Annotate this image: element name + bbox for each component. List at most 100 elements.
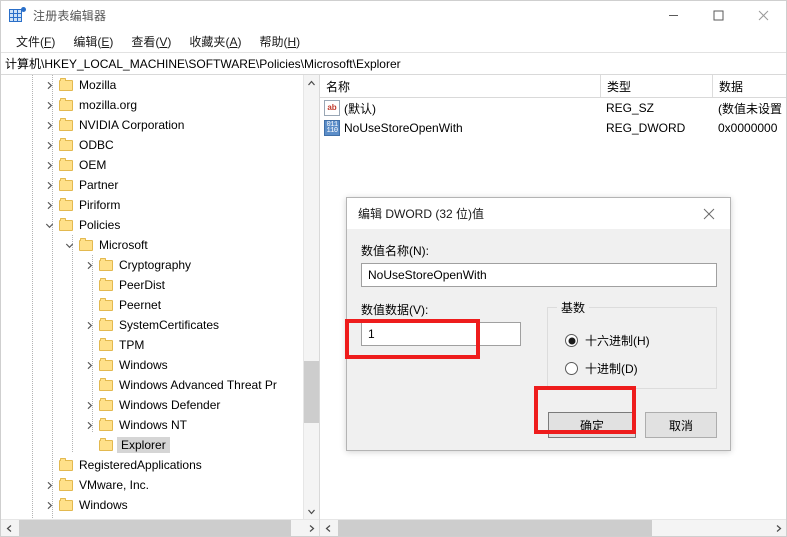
menu-favorites[interactable]: 收藏夹(A) xyxy=(180,31,250,52)
tree-scroll-track[interactable] xyxy=(304,91,319,503)
tree-item-explorer[interactable]: Explorer xyxy=(1,435,304,455)
value-name-input[interactable]: NoUseStoreOpenWith xyxy=(361,263,717,287)
tree-expander-placeholder xyxy=(41,455,57,475)
tree-scroll-thumb[interactable] xyxy=(304,361,319,423)
tree-hscroll-track[interactable] xyxy=(17,520,303,536)
dialog-close-button[interactable] xyxy=(688,198,730,229)
list-hscroll-track[interactable] xyxy=(336,520,770,536)
tree-item-label: Microsoft xyxy=(99,238,148,252)
ok-button[interactable]: 确定 xyxy=(548,412,636,438)
value-data-text: 0x0000000 xyxy=(718,121,778,135)
folder-icon xyxy=(57,95,74,115)
close-button[interactable] xyxy=(741,1,786,30)
radio-decimal[interactable]: 十进制(D) xyxy=(565,360,638,377)
table-row[interactable]: 011 110 NoUseStoreOpenWith REG_DWORD 0x00… xyxy=(320,118,786,138)
chevron-right-icon[interactable] xyxy=(41,175,57,195)
tree-item-windows-advanced-threat-pr[interactable]: Windows Advanced Threat Pr xyxy=(1,375,304,395)
value-type-text: REG_DWORD xyxy=(606,121,686,135)
cancel-button[interactable]: 取消 xyxy=(645,412,717,438)
menu-file[interactable]: 文件(F) xyxy=(7,31,64,52)
tree-vertical-scrollbar[interactable] xyxy=(303,75,319,519)
tree-item-odbc[interactable]: ODBC xyxy=(1,135,304,155)
dialog-title-bar: 编辑 DWORD (32 位)值 xyxy=(347,198,730,229)
maximize-button[interactable] xyxy=(696,1,741,30)
menu-file-accel: F xyxy=(44,34,52,49)
tree-item-tpm[interactable]: TPM xyxy=(1,335,304,355)
folder-icon xyxy=(97,335,114,355)
minimize-button[interactable] xyxy=(651,1,696,30)
folder-icon xyxy=(57,495,74,515)
tree-item-label: VMware, Inc. xyxy=(79,478,150,492)
tree-scroll-area: Mozilla mozilla.org NVIDIA Corporation ODBC… xyxy=(1,75,319,519)
tree-expander-placeholder xyxy=(81,275,97,295)
list-horizontal-scrollbar[interactable] xyxy=(320,519,786,536)
tree-item-vmware-inc[interactable]: VMware, Inc. xyxy=(1,475,304,495)
tree-item-windows-defender[interactable]: Windows Defender xyxy=(1,395,304,415)
tree-item-mozilla-org[interactable]: mozilla.org xyxy=(1,95,304,115)
tree-item-windows[interactable]: Windows xyxy=(1,495,304,515)
tree-item-windows-nt[interactable]: Windows NT xyxy=(1,415,304,435)
tree-item-policies[interactable]: Policies xyxy=(1,215,304,235)
list-scroll-left-button[interactable] xyxy=(320,520,336,536)
menu-edit[interactable]: 编辑(E) xyxy=(64,31,122,52)
folder-icon xyxy=(97,275,114,295)
chevron-right-icon[interactable] xyxy=(81,315,97,335)
column-header-name[interactable]: 名称 xyxy=(320,75,600,97)
tree-item-nvidia-corporation[interactable]: NVIDIA Corporation xyxy=(1,115,304,135)
tree-item-systemcertificates[interactable]: SystemCertificates xyxy=(1,315,304,335)
edit-dword-dialog: 编辑 DWORD (32 位)值 数值名称(N): NoUseStoreOpen… xyxy=(346,197,731,451)
tree-item-windows[interactable]: Windows xyxy=(1,355,304,375)
tree-list: Mozilla mozilla.org NVIDIA Corporation ODBC… xyxy=(1,75,304,515)
cell-data: 0x0000000 xyxy=(712,118,786,138)
address-bar[interactable]: 计算机\HKEY_LOCAL_MACHINE\SOFTWARE\Policies… xyxy=(1,52,786,75)
tree-horizontal-scrollbar[interactable] xyxy=(1,519,319,536)
chevron-right-icon[interactable] xyxy=(41,95,57,115)
chevron-down-icon[interactable] xyxy=(61,235,77,255)
menu-view[interactable]: 查看(V) xyxy=(122,31,180,52)
tree-hscroll-thumb[interactable] xyxy=(19,520,291,536)
tree-item-peerdist[interactable]: PeerDist xyxy=(1,275,304,295)
chevron-right-icon[interactable] xyxy=(41,135,57,155)
chevron-down-icon[interactable] xyxy=(41,215,57,235)
tree-scroll-down-button[interactable] xyxy=(304,503,319,519)
chevron-right-icon[interactable] xyxy=(41,195,57,215)
chevron-right-icon[interactable] xyxy=(41,115,57,135)
tree-item-label: Cryptography xyxy=(119,258,192,272)
list-hscroll-thumb[interactable] xyxy=(338,520,652,536)
menu-help[interactable]: 帮助(H) xyxy=(250,31,309,52)
chevron-right-icon[interactable] xyxy=(41,495,57,515)
chevron-right-icon[interactable] xyxy=(41,155,57,175)
column-header-name-label: 名称 xyxy=(326,79,351,94)
tree-item-partner[interactable]: Partner xyxy=(1,175,304,195)
tree-item-peernet[interactable]: Peernet xyxy=(1,295,304,315)
tree-scroll-up-button[interactable] xyxy=(304,75,319,91)
list-scroll-right-button[interactable] xyxy=(770,520,786,536)
chevron-right-icon[interactable] xyxy=(41,75,57,95)
chevron-right-icon[interactable] xyxy=(81,355,97,375)
chevron-right-icon[interactable] xyxy=(41,475,57,495)
tree-scroll-left-button[interactable] xyxy=(1,520,17,536)
tree-item-piriform[interactable]: Piriform xyxy=(1,195,304,215)
column-header-type[interactable]: 类型 xyxy=(600,75,712,97)
tree-scroll-right-button[interactable] xyxy=(303,520,319,536)
tree-item-mozilla[interactable]: Mozilla xyxy=(1,75,304,95)
tree-item-label: Windows NT xyxy=(119,418,188,432)
value-data-text: (数值未设置 xyxy=(718,101,782,116)
table-row[interactable]: ab (默认) REG_SZ (数值未设置 xyxy=(320,98,786,118)
tree-item-oem[interactable]: OEM xyxy=(1,155,304,175)
tree-item-microsoft[interactable]: Microsoft xyxy=(1,235,304,255)
tree-item-label: mozilla.org xyxy=(79,98,138,112)
column-header-data[interactable]: 数据 xyxy=(712,75,786,97)
chevron-right-icon[interactable] xyxy=(81,255,97,275)
chevron-right-icon[interactable] xyxy=(81,395,97,415)
tree-item-cryptography[interactable]: Cryptography xyxy=(1,255,304,275)
radio-hexadecimal[interactable]: 十六进制(H) xyxy=(565,332,650,349)
tree-item-registeredapplications[interactable]: RegisteredApplications xyxy=(1,455,304,475)
chevron-right-icon[interactable] xyxy=(81,415,97,435)
value-data-input[interactable]: 1 xyxy=(361,322,521,346)
value-name-text: NoUseStoreOpenWith xyxy=(344,121,463,135)
